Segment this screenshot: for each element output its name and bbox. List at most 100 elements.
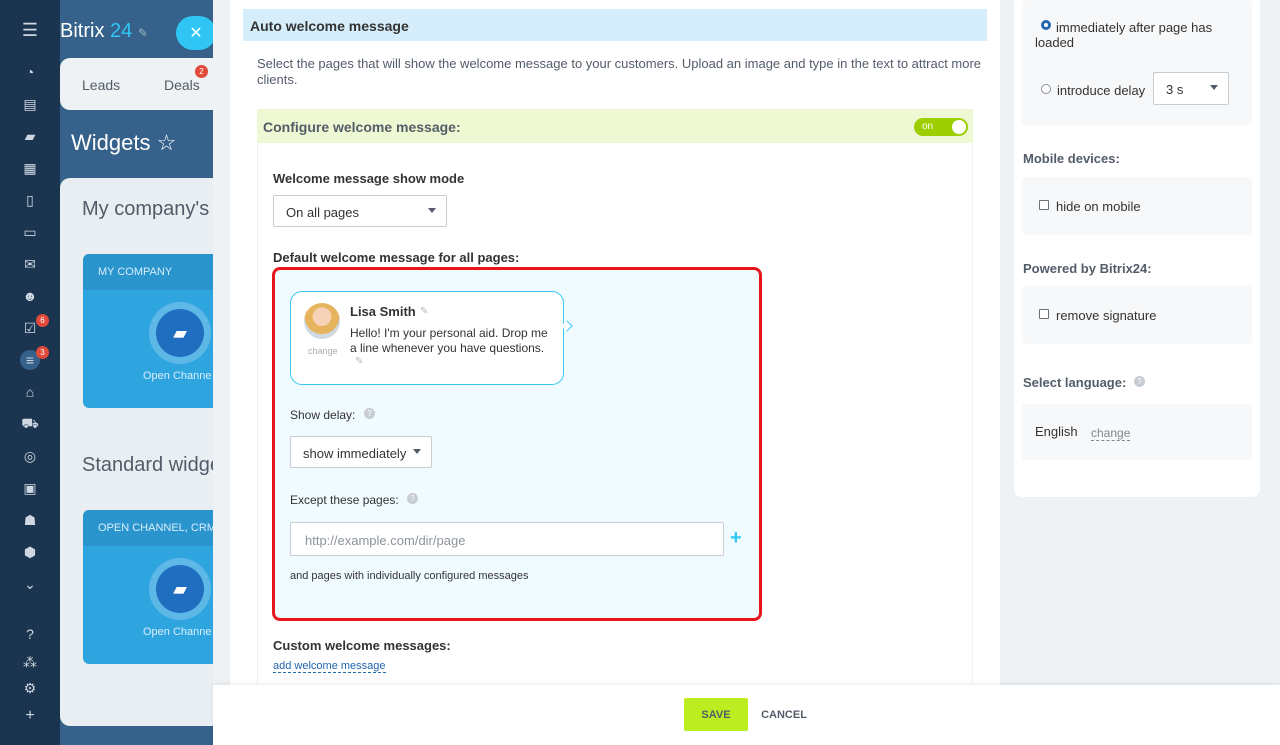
deals-badge: 2 xyxy=(195,65,208,78)
box-icon[interactable]: ⬢ xyxy=(20,542,40,562)
radio-delay-label: introduce delay xyxy=(1057,83,1146,98)
cancel-button[interactable]: CANCEL xyxy=(756,698,812,731)
robot-icon[interactable]: ☗ xyxy=(20,510,40,530)
help-icon[interactable]: ? xyxy=(1134,376,1145,387)
except-page-input[interactable]: http://example.com/dir/page xyxy=(290,522,724,556)
tile-label: Open Channe xyxy=(143,626,212,638)
mobile-heading: Mobile devices: xyxy=(1023,151,1120,166)
radio-immediately-label: immediately after page has loaded xyxy=(1035,20,1213,50)
main-settings: Auto welcome message Select the pages th… xyxy=(230,0,1000,685)
edit-name-pencil-icon[interactable]: ✎ xyxy=(420,306,428,317)
default-message-label: Default welcome message for all pages: xyxy=(273,250,520,265)
widget-tile-company[interactable]: MY COMPANY ▰ Open Channe xyxy=(83,254,213,408)
configure-header: Configure welcome message: on xyxy=(257,109,973,143)
left-rail: ☰ ◔ ▤ ▰ ▦ ▯ ▭ ✉ ☻ ☑ 6 ≡ 3 ⌂ ⛟ ◎ ▣ ☗ ⬢ ⌄ … xyxy=(0,0,60,745)
custom-messages-label: Custom welcome messages: xyxy=(273,638,451,653)
delay-select[interactable]: 3 s xyxy=(1153,72,1229,105)
individual-note: and pages with individually configured m… xyxy=(290,570,529,582)
contact-card-icon[interactable]: ▣ xyxy=(20,478,40,498)
tile-head: MY COMPANY xyxy=(83,254,213,290)
section-title-company: My company's xyxy=(82,198,210,220)
chevron-down-icon xyxy=(413,449,421,454)
powered-heading: Powered by Bitrix24: xyxy=(1023,261,1152,276)
chat-icon[interactable]: ▰ xyxy=(20,126,40,146)
chat-bubble-icon: ▰ xyxy=(149,302,211,364)
tasks-badge: 6 xyxy=(36,314,49,327)
show-mode-select[interactable]: On all pages xyxy=(273,195,447,227)
widget-tile-standard[interactable]: OPEN CHANNEL, CRM ▰ Open Channe xyxy=(83,510,213,664)
help-icon[interactable]: ? xyxy=(407,493,418,504)
hide-mobile-checkbox[interactable] xyxy=(1039,200,1049,210)
menu-icon[interactable]: ☰ xyxy=(20,20,40,40)
section-title-standard: Standard widge xyxy=(82,454,213,476)
crm-badge: 3 xyxy=(36,346,49,359)
avatar-change-link[interactable]: change xyxy=(308,346,338,356)
chevron-down-icon xyxy=(428,208,436,213)
background-portal: Bitrix 24 ✎ ✕ Leads Deals 2 Widgets ☆ My… xyxy=(60,0,213,745)
delay-value: 3 s xyxy=(1166,82,1184,97)
welcome-toggle[interactable]: on xyxy=(914,118,968,136)
feed-icon[interactable]: ▤ xyxy=(20,94,40,114)
welcome-bubble[interactable]: change Lisa Smith ✎ Hello! I'm your pers… xyxy=(290,291,564,385)
language-change-link[interactable]: change xyxy=(1091,426,1131,441)
except-page-placeholder: http://example.com/dir/page xyxy=(305,533,466,548)
toggle-knob xyxy=(952,120,966,134)
add-page-plus-icon[interactable]: + xyxy=(730,527,742,550)
timing-box: immediately after page has loaded introd… xyxy=(1022,0,1252,125)
drive-icon[interactable]: ▭ xyxy=(20,222,40,242)
structure-icon[interactable]: ⁂ xyxy=(20,652,40,672)
hide-mobile-label: hide on mobile xyxy=(1056,199,1141,214)
except-pages-label: Except these pages: xyxy=(290,493,399,507)
welcome-text: Hello! I'm your personal aid. Drop me a … xyxy=(350,326,548,355)
calendar-icon[interactable]: ▦ xyxy=(20,158,40,178)
help-icon[interactable]: ? xyxy=(364,408,375,419)
language-box: English change xyxy=(1022,404,1252,460)
settings-icon[interactable]: ⚙ xyxy=(20,678,40,698)
show-mode-label: Welcome message show mode xyxy=(273,171,465,186)
mobile-box: hide on mobile xyxy=(1022,177,1252,235)
show-delay-select[interactable]: show immediately xyxy=(290,436,432,468)
signature-box: remove signature xyxy=(1022,286,1252,344)
language-value: English xyxy=(1035,424,1078,439)
header-title: Auto welcome message xyxy=(250,18,409,34)
remove-signature-checkbox[interactable] xyxy=(1039,309,1049,319)
document-icon[interactable]: ▯ xyxy=(20,190,40,210)
configure-title: Configure welcome message: xyxy=(263,119,461,135)
default-message-box: change Lisa Smith ✎ Hello! I'm your pers… xyxy=(272,267,762,621)
save-button[interactable]: SAVE xyxy=(684,698,748,731)
more-icon[interactable]: ⌄ xyxy=(20,574,40,594)
edit-text-pencil-icon[interactable]: ✎ xyxy=(355,356,363,367)
chevron-down-icon xyxy=(1210,85,1218,90)
target-icon[interactable]: ◎ xyxy=(20,446,40,466)
description: Select the pages that will show the welc… xyxy=(257,56,982,87)
remove-signature-label: remove signature xyxy=(1056,308,1157,323)
language-heading: Select language: xyxy=(1023,375,1127,390)
cart-icon[interactable]: ⛟ xyxy=(20,414,40,434)
tab-leads[interactable]: Leads xyxy=(82,77,120,93)
footer-bar: SAVE CANCEL xyxy=(213,685,1280,745)
auto-welcome-header: Auto welcome message xyxy=(243,9,987,41)
help-icon[interactable]: ? xyxy=(20,624,40,644)
top-navigation: Leads Deals xyxy=(60,58,213,110)
tab-deals[interactable]: Deals xyxy=(164,77,200,93)
activity-icon[interactable]: ◔ xyxy=(20,62,40,82)
close-icon[interactable]: ✕ xyxy=(176,16,213,50)
toggle-label: on xyxy=(922,121,934,132)
avatar[interactable] xyxy=(304,303,340,339)
page-title: Widgets ☆ xyxy=(71,130,177,155)
show-delay-value: show immediately xyxy=(303,446,407,461)
chat-bubble-icon: ▰ xyxy=(149,558,211,620)
settings-slider: Auto welcome message Select the pages th… xyxy=(213,0,1280,745)
operator-name: Lisa Smith xyxy=(350,304,416,319)
group-icon[interactable]: ☻ xyxy=(20,286,40,306)
add-welcome-message-link[interactable]: add welcome message xyxy=(273,660,386,673)
tile-head: OPEN CHANNEL, CRM xyxy=(83,510,213,546)
tile-label: Open Channe xyxy=(143,370,212,382)
bank-icon[interactable]: ⌂ xyxy=(20,382,40,402)
add-icon[interactable]: + xyxy=(20,706,40,726)
bitrix-logo: Bitrix 24 ✎ xyxy=(60,20,148,42)
radio-delay[interactable] xyxy=(1041,84,1051,94)
show-delay-label: Show delay: xyxy=(290,408,356,422)
show-mode-value: On all pages xyxy=(286,205,359,220)
mail-icon[interactable]: ✉ xyxy=(20,254,40,274)
